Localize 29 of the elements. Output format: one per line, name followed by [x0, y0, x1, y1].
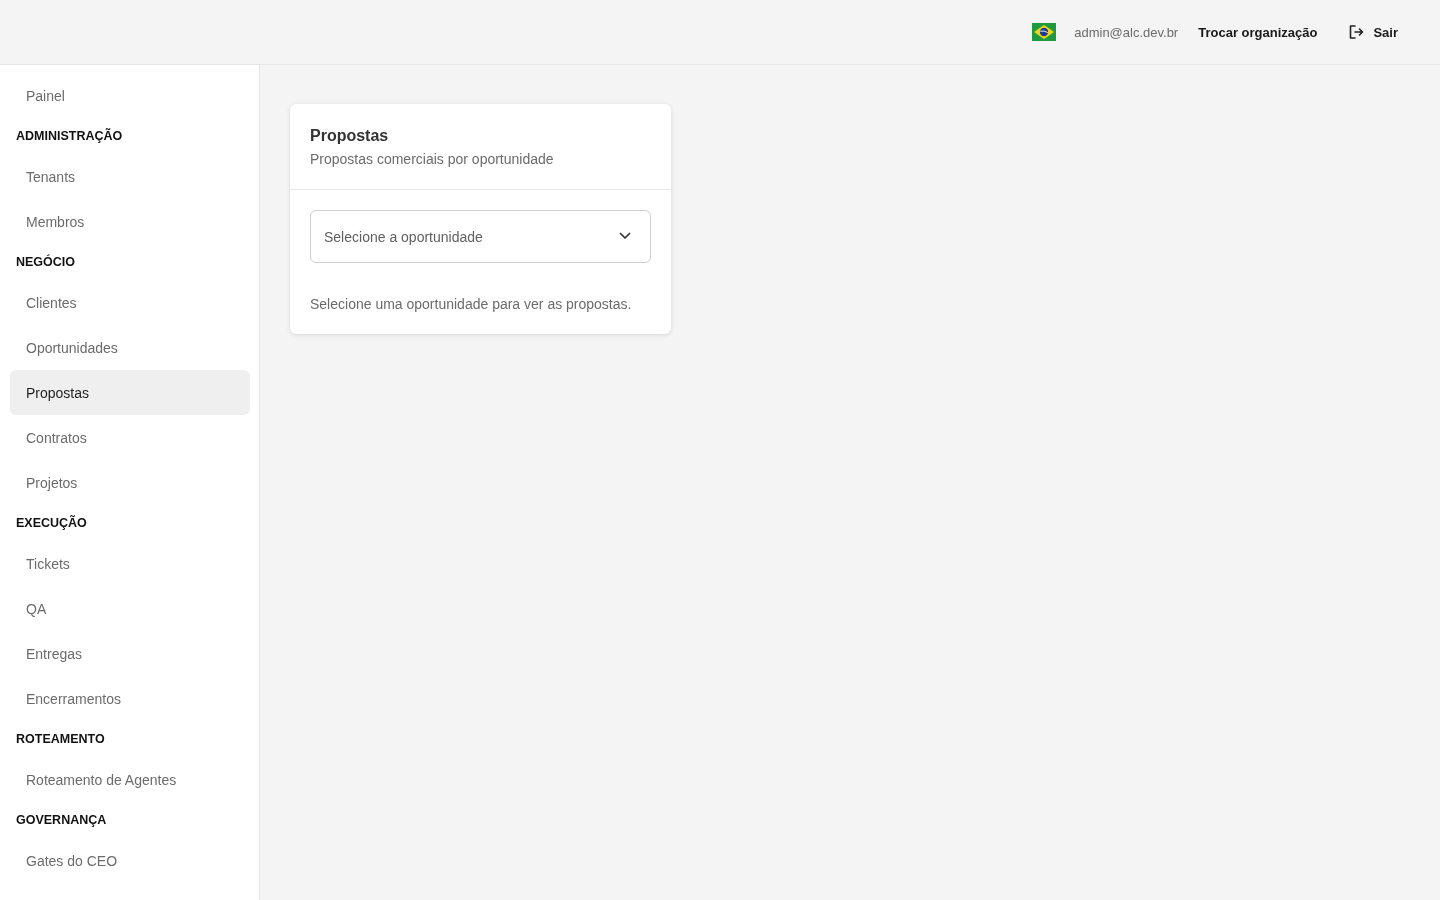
sidebar-section-heading: ADMINISTRAÇÃO [15, 127, 124, 145]
sidebar-item[interactable]: Roteamento de Agentes [10, 757, 250, 802]
sidebar-item[interactable]: Entregas [10, 631, 250, 676]
sidebar-item[interactable]: QA [10, 586, 250, 631]
empty-state-message: Selecione uma oportunidade para ver as propostas. [310, 295, 633, 314]
sidebar-section-heading: ROTEAMENTO [15, 731, 106, 748]
card-title: Propostas [310, 126, 390, 146]
sidebar-item[interactable]: Tickets [10, 541, 250, 586]
sidebar-item[interactable]: Membros [10, 199, 250, 244]
switch-organization-link[interactable]: Trocar organização [1198, 24, 1318, 40]
sidebar-item[interactable]: Painel [10, 73, 250, 118]
sidebar-item[interactable]: Oportunidades [10, 325, 250, 370]
sidebar-section-heading: GOVERNANÇA [15, 812, 108, 829]
sidebar-item[interactable]: Contratos [10, 415, 250, 460]
flag-icon [1032, 23, 1057, 41]
sidebar-item[interactable]: Projetos [10, 460, 250, 505]
opportunity-select[interactable]: Selecione a oportunidade [310, 210, 651, 263]
sidebar-item[interactable]: Propostas [10, 370, 250, 415]
chevron-down-icon [619, 232, 631, 240]
sidebar-item[interactable]: Tenants [10, 154, 250, 199]
sidebar-item[interactable]: Encerramentos [10, 676, 250, 721]
logout-icon [1349, 25, 1365, 39]
card-subtitle: Propostas comerciais por oportunidade [310, 150, 555, 169]
logout-button[interactable]: Sair [1349, 24, 1398, 40]
sidebar-item[interactable]: Clientes [10, 280, 250, 325]
sidebar-section-heading: NEGÓCIO [15, 253, 77, 271]
user-email: admin@alc.dev.br [1074, 24, 1179, 40]
sidebar-item[interactable]: Gates do CEO [10, 838, 250, 883]
sidebar-section-heading: EXECUÇÃO [15, 514, 88, 532]
